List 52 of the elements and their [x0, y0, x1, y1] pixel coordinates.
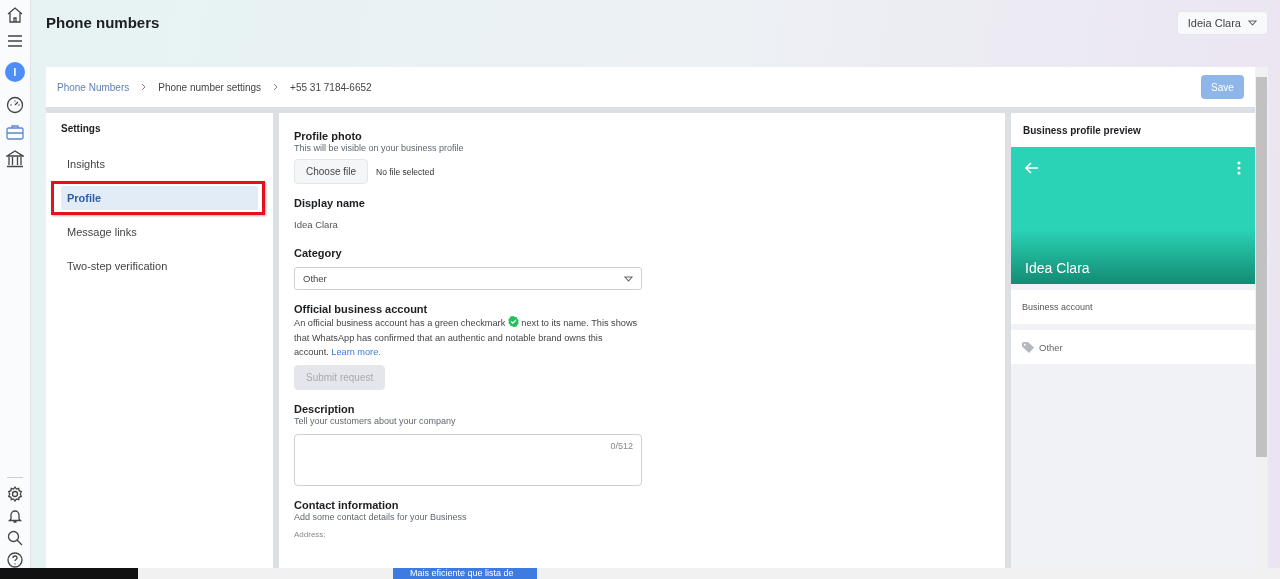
back-arrow-icon — [1025, 162, 1039, 174]
breadcrumb-item: +55 31 7184-6652 — [290, 81, 372, 93]
tag-icon — [1022, 341, 1034, 353]
display-name-value: Idea Clara — [294, 219, 339, 230]
briefcase-icon[interactable] — [6, 124, 24, 140]
section-hint: Add some contact details for your Business — [294, 512, 468, 522]
settings-title: Settings — [61, 123, 102, 134]
section-title: Display name — [294, 197, 366, 209]
settings-nav-item[interactable]: Profile — [61, 186, 258, 210]
scrollbar-thumb[interactable] — [1256, 77, 1267, 457]
learn-more-link[interactable]: Learn more. — [331, 347, 381, 357]
caret-icon — [624, 275, 633, 282]
chevron-icon — [273, 83, 279, 91]
settings-icon[interactable] — [7, 486, 23, 502]
settings-nav-item[interactable]: Two-step verification — [61, 254, 258, 278]
avatar[interactable]: I — [5, 62, 25, 82]
official-account-text: An official business account has a green checkmark next to its name. This shows that WhatsApp has confirmed that an authentic and notable brand owns this account. Learn more. — [294, 316, 639, 359]
section-hint: Tell your customers about your company — [294, 416, 457, 426]
category-select[interactable]: Other — [294, 267, 642, 290]
section-title: Contact information — [294, 499, 400, 511]
menu-icon[interactable] — [7, 34, 23, 48]
breadcrumb-link[interactable]: Phone Numbers — [57, 81, 130, 93]
account-type: Business account — [1011, 290, 1255, 324]
page-title: Phone numbers — [46, 14, 160, 31]
taskbar-preview-text: Mais eficiente que lista de — [410, 568, 514, 579]
gauge-icon[interactable] — [6, 96, 24, 114]
profile-name: Idea Clara — [1025, 260, 1091, 276]
section-hint: This will be visible on your business profile — [294, 143, 465, 153]
settings-nav-item[interactable]: Message links — [61, 220, 258, 244]
character-counter: 0/512 — [610, 441, 633, 452]
help-icon[interactable] — [7, 552, 23, 568]
scrollbar[interactable] — [1255, 67, 1268, 568]
category-text: Other — [1039, 341, 1063, 353]
settings-nav-item[interactable]: Insights — [61, 152, 258, 176]
more-icon — [1237, 161, 1241, 175]
section-title: Profile photo — [294, 130, 363, 142]
bank-icon[interactable] — [6, 150, 24, 168]
caret-icon — [1248, 19, 1257, 26]
preview-title: Business profile preview — [1011, 113, 1255, 147]
bell-icon[interactable] — [7, 508, 23, 524]
account-dropdown[interactable]: Ideia Clara — [1176, 10, 1268, 35]
home-icon[interactable] — [6, 6, 24, 24]
section-title: Official business account — [294, 303, 429, 315]
search-icon[interactable] — [7, 530, 23, 546]
breadcrumb-item: Phone number settings — [158, 81, 262, 93]
address-label: Address: — [294, 530, 327, 539]
section-title: Description — [294, 403, 356, 415]
chevron-icon — [141, 83, 147, 91]
choose-file-button[interactable]: Choose file — [294, 159, 369, 184]
section-title: Category — [294, 247, 343, 259]
description-field[interactable]: 0/512 — [294, 434, 642, 486]
file-status: No file selected — [376, 166, 435, 177]
